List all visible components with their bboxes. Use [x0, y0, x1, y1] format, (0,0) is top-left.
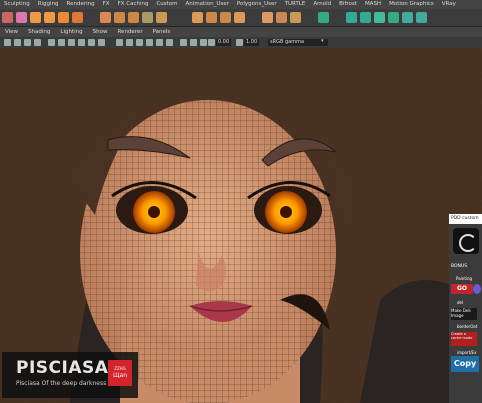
menu-renderer[interactable]: Renderer	[112, 29, 147, 35]
select-camera-icon[interactable]	[4, 39, 11, 46]
watermark-logo: PISCIASA Pisciasa Of the deep darkness Z…	[2, 352, 138, 398]
shadows-icon[interactable]	[166, 39, 173, 46]
shelf-tab[interactable]: Bifrost	[335, 0, 361, 9]
cone-icon[interactable]	[44, 12, 55, 23]
go-button-label: GO	[456, 285, 468, 292]
colorspace-dropdown[interactable]: sRGB gamma	[268, 39, 328, 46]
shelf-tab[interactable]: FX Caching	[114, 0, 153, 9]
exposure-field[interactable]: 0.00	[216, 39, 232, 46]
exposure-icon[interactable]	[208, 39, 215, 46]
spiral-logo-icon	[453, 228, 479, 254]
lights-icon[interactable]	[156, 39, 163, 46]
shelf-tab[interactable]: Polygons_User	[233, 0, 281, 9]
camera-attributes-icon[interactable]	[14, 39, 21, 46]
image-plane-icon[interactable]	[34, 39, 41, 46]
film-gate-icon[interactable]	[58, 39, 65, 46]
isolate-select-icon[interactable]	[200, 39, 207, 46]
shelf-tab[interactable]: Arnold	[309, 0, 335, 9]
brand-text: PISCIASA	[16, 358, 109, 378]
import-section[interactable]: import/Ex	[457, 350, 476, 355]
copy-button[interactable]: Copy	[451, 356, 479, 372]
extrude-icon[interactable]	[192, 12, 203, 23]
sphere-icon[interactable]	[2, 12, 13, 23]
xray-joints-icon[interactable]	[190, 39, 197, 46]
shelf-tab[interactable]: TURTLE	[281, 0, 310, 9]
menu-panels[interactable]: Panels	[148, 29, 176, 35]
smooth-icon[interactable]	[156, 12, 167, 23]
unfold-icon[interactable]	[374, 12, 385, 23]
bridge-icon[interactable]	[206, 12, 217, 23]
shelf-tab[interactable]: VRay	[438, 0, 460, 9]
boolean-icon[interactable]	[142, 12, 153, 23]
make-image-button[interactable]: Make Deli Image	[451, 308, 477, 320]
menu-view[interactable]: View	[0, 29, 23, 35]
badge-line1: ZZHG	[114, 366, 126, 371]
smooth-shade-icon[interactable]	[126, 39, 133, 46]
shelf-tab[interactable]: Rendering	[63, 0, 99, 9]
xray-icon[interactable]	[180, 39, 187, 46]
field-chart-icon[interactable]	[88, 39, 95, 46]
target-weld-icon[interactable]	[276, 12, 287, 23]
bonus-label: BONUS	[451, 264, 468, 269]
shelf-tab[interactable]: MASH	[361, 0, 385, 9]
painting-section[interactable]: Painting	[456, 276, 472, 281]
extract-icon[interactable]	[128, 12, 139, 23]
svg-icon[interactable]	[72, 12, 83, 23]
gamma-field[interactable]: 1.00	[244, 39, 260, 46]
menu-shading[interactable]: Shading	[23, 29, 55, 35]
viewport-3d[interactable]: PISCIASA Pisciasa Of the deep darkness Z…	[0, 48, 482, 403]
panel-title: PDD custom	[449, 214, 482, 224]
gate-mask-icon[interactable]	[78, 39, 85, 46]
cut-uv-icon[interactable]	[402, 12, 413, 23]
multi-cut-icon[interactable]	[262, 12, 273, 23]
model-render	[0, 48, 482, 403]
brand-badge: ZZHG Щan	[108, 360, 132, 386]
chevron-down-icon[interactable]: ▾	[321, 38, 324, 44]
wireframe-icon[interactable]	[116, 39, 123, 46]
shelf-tab[interactable]: Motion Graphics	[385, 0, 438, 9]
bevel-icon[interactable]	[220, 12, 231, 23]
badge-line2: Щan	[112, 372, 128, 379]
menu-show[interactable]: Show	[88, 29, 113, 35]
go-button[interactable]: GO	[451, 284, 473, 294]
cylinder-icon[interactable]	[30, 12, 41, 23]
planar-map-icon[interactable]	[346, 12, 357, 23]
separate-icon[interactable]	[114, 12, 125, 23]
resolution-gate-icon[interactable]	[68, 39, 75, 46]
fill-hole-icon[interactable]	[234, 12, 245, 23]
grid-icon[interactable]	[48, 39, 55, 46]
panel-toolbar: 0.00 1.00 sRGB gamma ▾	[0, 37, 482, 48]
gamma-icon[interactable]	[236, 39, 243, 46]
shelf-tab[interactable]: Animation_User	[182, 0, 233, 9]
shelf-tab[interactable]: Custom	[152, 0, 181, 9]
menu-lighting[interactable]: Lighting	[55, 29, 87, 35]
text-icon[interactable]	[58, 12, 69, 23]
connect-icon[interactable]	[290, 12, 301, 23]
shelf-tab[interactable]: Rigging	[34, 0, 63, 9]
cache-note: Create a cache mode	[451, 332, 477, 346]
wireframe-on-shaded-icon[interactable]	[136, 39, 143, 46]
shelf-tab[interactable]: Sculpting	[0, 0, 34, 9]
shelf-tabs: Sculpting Rigging Rendering FX FX Cachin…	[0, 0, 482, 9]
safe-action-icon[interactable]	[98, 39, 105, 46]
brand-tagline: Pisciasa Of the deep darkness	[16, 380, 107, 387]
textured-icon[interactable]	[146, 39, 153, 46]
uv-editor-icon[interactable]	[318, 12, 329, 23]
auto-map-icon[interactable]	[360, 12, 371, 23]
combine-icon[interactable]	[100, 12, 111, 23]
custom-tools-panel: PDD custom BONUS Painting GO del Make De…	[449, 214, 482, 403]
shelf-icon-bar	[0, 9, 482, 26]
panel-menu-bar: View Shading Lighting Show Renderer Pane…	[0, 27, 482, 37]
del-label[interactable]: del	[457, 300, 463, 305]
layout-icon[interactable]	[388, 12, 399, 23]
shelf-tab[interactable]: FX	[99, 0, 114, 9]
sew-uv-icon[interactable]	[416, 12, 427, 23]
border-section[interactable]: borderOet	[457, 324, 477, 329]
cube-icon[interactable]	[16, 12, 27, 23]
bookmark-icon[interactable]	[24, 39, 31, 46]
settings-circle-icon[interactable]	[473, 284, 481, 294]
